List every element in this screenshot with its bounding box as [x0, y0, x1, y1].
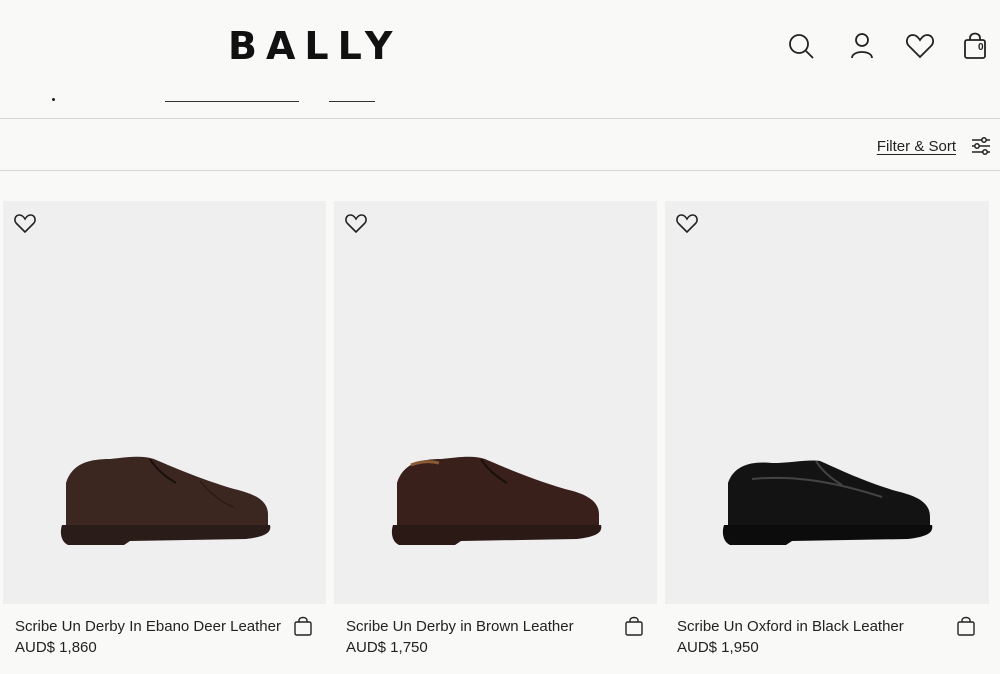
product-price: AUD$ 1,950: [677, 639, 759, 656]
wishlist-heart-icon[interactable]: [344, 211, 368, 235]
product-image[interactable]: [3, 201, 326, 604]
product-image[interactable]: [334, 201, 657, 604]
wishlist-heart-icon[interactable]: [13, 211, 37, 235]
shopping-bag-icon[interactable]: 0: [960, 30, 992, 62]
product-card: Scribe Un Oxford in Black Leather AUD$ 1…: [665, 201, 989, 674]
filter-sort-label: Filter & Sort: [876, 137, 956, 155]
product-name[interactable]: Scribe Un Derby In Ebano Deer Leather: [15, 618, 281, 635]
product-name[interactable]: Scribe Un Oxford in Black Leather: [677, 618, 904, 635]
wishlist-heart-icon[interactable]: [675, 211, 699, 235]
subnav-dot: [52, 98, 55, 101]
product-price: AUD$ 1,750: [346, 639, 428, 656]
subnav-link[interactable]: [329, 101, 375, 102]
wishlist-icon[interactable]: [904, 30, 936, 62]
add-to-bag-icon[interactable]: [955, 615, 977, 637]
account-icon[interactable]: [846, 30, 878, 62]
search-icon[interactable]: [785, 30, 817, 62]
cart-count: 0: [978, 42, 984, 53]
divider: [0, 170, 1000, 171]
add-to-bag-icon[interactable]: [292, 615, 314, 637]
shoe-illustration: [712, 441, 942, 561]
sub-navigation: [0, 92, 1000, 106]
product-image[interactable]: [665, 201, 989, 604]
subnav-link[interactable]: [165, 101, 299, 102]
product-name[interactable]: Scribe Un Derby in Brown Leather: [346, 618, 574, 635]
product-price: AUD$ 1,860: [15, 639, 97, 656]
sliders-icon: [970, 135, 992, 157]
add-to-bag-icon[interactable]: [623, 615, 645, 637]
product-card: Scribe Un Derby In Ebano Deer Leather AU…: [3, 201, 326, 674]
filter-sort-button[interactable]: Filter & Sort: [877, 134, 992, 158]
header-actions: 0: [0, 30, 1000, 62]
divider: [0, 118, 1000, 119]
product-card: Scribe Un Derby in Brown Leather AUD$ 1,…: [334, 201, 657, 674]
shoe-illustration: [50, 441, 280, 561]
shoe-illustration: [381, 441, 611, 561]
